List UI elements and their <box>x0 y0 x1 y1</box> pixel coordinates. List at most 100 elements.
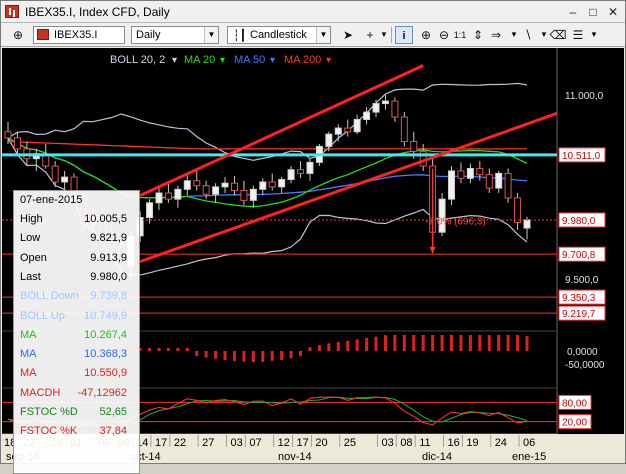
title-bar: IBEX35.I, Index CFD, Daily – □ ✕ <box>1 1 625 23</box>
candle-down <box>514 197 522 223</box>
candle-down <box>164 192 172 200</box>
macd-bar <box>421 335 425 351</box>
chevron-down-icon[interactable]: ▼ <box>204 27 218 43</box>
candle-up <box>495 172 503 189</box>
candle-down <box>391 100 399 118</box>
candle-down <box>268 181 276 188</box>
trend-channel-lower <box>139 111 558 264</box>
chevron-down-icon[interactable]: ▾ <box>270 55 275 66</box>
chevron-down-icon[interactable]: ▾ <box>220 55 225 66</box>
chart-type-select[interactable]: ┆┃ Candlestick ▼ <box>227 26 331 44</box>
info-row-label: MA <box>20 348 37 361</box>
macd-bar <box>214 351 218 359</box>
legend-boll: BOLL 20, 2 <box>110 54 165 66</box>
info-row-label: MA <box>20 328 37 341</box>
macd-bar <box>431 335 435 351</box>
candle-up <box>306 161 314 174</box>
info-row-value: 10.368,3 <box>84 348 127 361</box>
x-day-label: 19 <box>466 437 478 449</box>
candle-up <box>61 176 69 183</box>
candle-up <box>155 192 163 204</box>
candle-up <box>353 118 361 133</box>
candle-up <box>325 133 333 147</box>
minimize-icon[interactable]: – <box>565 4 581 20</box>
symbol-select[interactable]: IBEX35.I <box>33 26 125 44</box>
chevron-down-icon[interactable]: ▼ <box>316 27 330 43</box>
macd-bar <box>440 335 444 351</box>
macd-bar <box>497 335 501 351</box>
macd-bar <box>487 335 491 351</box>
x-month-label: dic-14 <box>422 451 452 463</box>
maximize-icon[interactable]: □ <box>585 4 601 20</box>
info-row-value: 9.980,0 <box>90 270 127 283</box>
candle-up <box>523 219 531 229</box>
window-title: IBEX35.I, Index CFD, Daily <box>25 5 170 19</box>
timeframe-select[interactable]: Daily ▼ <box>131 26 219 44</box>
macd-bar <box>478 335 482 351</box>
candlestick-icon: ┆┃ <box>233 30 247 42</box>
autoscale-icon[interactable]: ⇕ <box>469 26 487 44</box>
candle-down <box>202 185 210 195</box>
symbol-value: IBEX35.I <box>54 29 98 41</box>
macd-bar <box>412 335 416 351</box>
info-row-value: 37,84 <box>99 425 127 438</box>
x-day-label: 20 <box>315 437 327 449</box>
info-row-label: FSTOC %K <box>20 425 78 438</box>
macd-bar <box>365 337 369 351</box>
x-day-label: 22 <box>174 437 186 449</box>
zoom-11-icon[interactable]: 1:1 <box>451 26 469 44</box>
candle-down <box>51 165 59 183</box>
info-row-value: 10.005,5 <box>84 213 127 225</box>
candle-up <box>466 167 474 179</box>
x-day-label: 03 <box>381 437 393 449</box>
macd-bar <box>176 348 180 351</box>
chart-window: IBEX35.I, Index CFD, Daily – □ ✕ ⊕ IBEX3… <box>0 0 626 474</box>
chevron-down-icon[interactable]: ▼ <box>585 26 603 44</box>
candle-down <box>4 131 12 139</box>
legend-ma50: MA 50 <box>234 54 265 66</box>
price-tag: 9.980,0 <box>562 216 596 227</box>
timeframe-value: Daily <box>136 29 161 41</box>
x-day-label: 06 <box>523 437 535 449</box>
macd-axis-label: -50,0000 <box>565 360 605 371</box>
macd-bar <box>157 348 161 351</box>
info-row-label: BOLL Up <box>20 309 65 322</box>
x-day-label: 08 <box>400 437 412 449</box>
info-row-label: MACDH <box>20 386 61 399</box>
chevron-down-icon[interactable]: ▾ <box>326 55 331 66</box>
info-row-value: 9.913,9 <box>90 251 127 264</box>
macd-bar <box>336 341 340 351</box>
x-day-label: 25 <box>344 437 356 449</box>
info-row-label: FSTOC %D <box>20 406 78 418</box>
candle-up <box>372 103 380 113</box>
macd-bar <box>195 351 199 356</box>
x-day-label: 07 <box>249 437 261 449</box>
x-day-label: 03 <box>230 437 242 449</box>
x-day-label: 16 <box>448 437 460 449</box>
macd-bar <box>516 335 520 351</box>
price-axis-label: 9.500,0 <box>565 275 599 286</box>
price-tag: 10.511,0 <box>562 151 601 162</box>
price-tag: 9.350,3 <box>562 293 596 304</box>
eraser-icon[interactable]: ⌫ <box>549 26 567 44</box>
crosshair-icon[interactable]: ⊕ <box>9 26 27 44</box>
macd-bar <box>251 351 255 363</box>
close-icon[interactable]: ✕ <box>605 4 621 20</box>
toolbar-separator <box>391 27 392 43</box>
info-row-label: MA <box>20 367 37 380</box>
scroll-icon[interactable]: ⇒ <box>487 26 505 44</box>
info-panel: 07-ene-2015 High 10.005,5 Low 9.821,9 Open 9.… <box>13 190 140 474</box>
info-icon[interactable]: i <box>395 26 413 44</box>
zoom-in-icon[interactable]: ⊕ <box>417 26 435 44</box>
macd-bar <box>148 348 152 351</box>
chevron-down-icon[interactable]: ▾ <box>172 55 177 66</box>
pointer-icon[interactable]: ➤ <box>339 26 357 44</box>
ma200-line <box>7 140 527 150</box>
candle-down <box>410 141 418 152</box>
stoch-axis-label: 80,00 <box>562 398 587 409</box>
candle-up <box>183 180 191 190</box>
legend-ma200: MA 200 <box>284 54 321 66</box>
info-row-value: 10.550,9 <box>84 367 127 380</box>
macd-bar <box>317 345 321 351</box>
chart-area[interactable]: -7,0% (696,3) 11.000,0 10.511,0 9.980,0 9.70… <box>0 48 624 474</box>
